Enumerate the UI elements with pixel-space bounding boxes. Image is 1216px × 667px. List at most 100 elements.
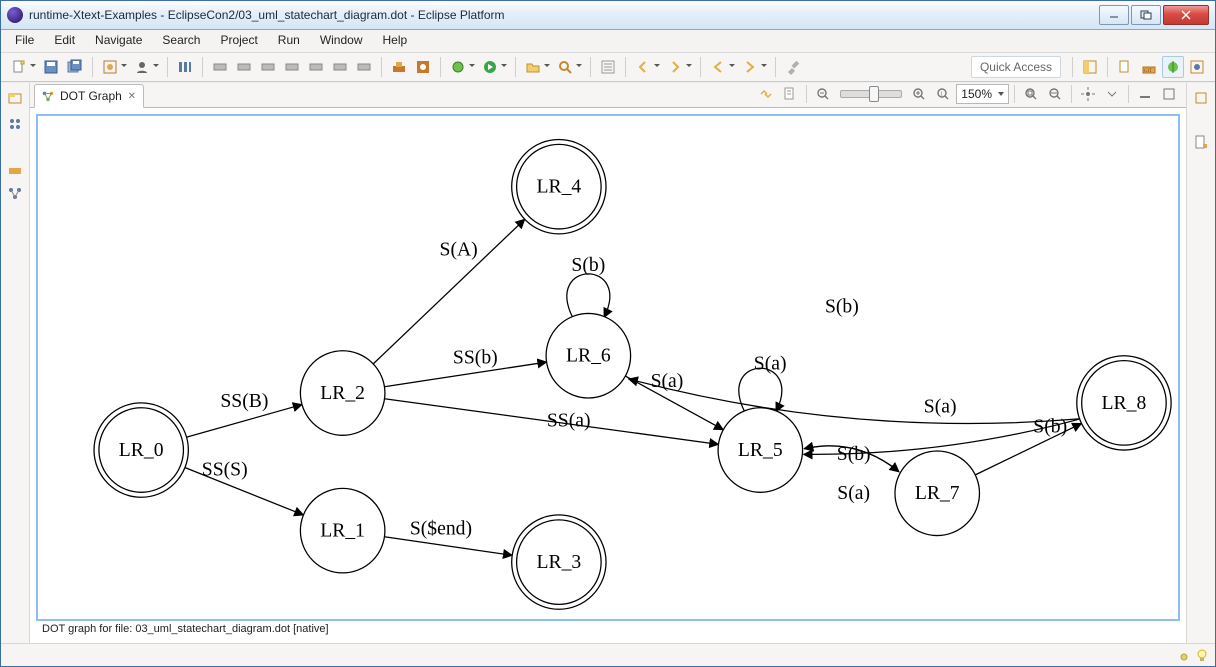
svg-text:SS(S): SS(S) bbox=[202, 459, 248, 481]
menu-window[interactable]: Window bbox=[310, 30, 373, 52]
zoom-value-dropdown[interactable]: 150% bbox=[956, 84, 1009, 104]
run-button[interactable] bbox=[479, 56, 501, 78]
inspect-button[interactable] bbox=[412, 56, 434, 78]
svg-text:LR_3: LR_3 bbox=[536, 551, 581, 573]
new-button[interactable] bbox=[8, 56, 30, 78]
outline-button[interactable] bbox=[597, 56, 619, 78]
svg-text:S(a): S(a) bbox=[924, 396, 957, 418]
zoom-slider[interactable] bbox=[840, 90, 902, 98]
profile-button[interactable] bbox=[131, 56, 153, 78]
trim-tree-icon[interactable] bbox=[4, 183, 26, 205]
status-icon-1 bbox=[1179, 648, 1189, 662]
workbench-body: DOT Graph ✕ 1 150% bbox=[1, 82, 1215, 643]
generic-tool-3[interactable] bbox=[257, 56, 279, 78]
open-type-button[interactable] bbox=[99, 56, 121, 78]
tab-label: DOT Graph bbox=[60, 89, 122, 103]
menubar: File Edit Navigate Search Project Run Wi… bbox=[1, 30, 1215, 53]
annotation-prev-button[interactable] bbox=[632, 56, 654, 78]
zoom-width-button[interactable] bbox=[1044, 83, 1066, 105]
forward-button[interactable] bbox=[739, 56, 761, 78]
node-LR_0[interactable]: LR_0 bbox=[94, 403, 188, 497]
publish-button[interactable] bbox=[388, 56, 410, 78]
node-LR_6[interactable]: LR_6 bbox=[546, 313, 631, 398]
svg-text:LR_5: LR_5 bbox=[738, 439, 783, 461]
menu-navigate[interactable]: Navigate bbox=[85, 30, 152, 52]
svg-text:S(a): S(a) bbox=[837, 482, 870, 504]
svg-text:LR_4: LR_4 bbox=[536, 176, 581, 198]
center-drop-button[interactable] bbox=[1101, 83, 1123, 105]
generic-tool-7[interactable] bbox=[353, 56, 375, 78]
statusbar bbox=[1, 643, 1215, 666]
zoom-in-button[interactable] bbox=[908, 83, 930, 105]
node-LR_8[interactable]: LR_8 bbox=[1077, 356, 1171, 450]
menu-search[interactable]: Search bbox=[152, 30, 210, 52]
debug-button[interactable] bbox=[447, 56, 469, 78]
close-button[interactable] bbox=[1163, 5, 1209, 25]
generic-tool-1[interactable] bbox=[209, 56, 231, 78]
svg-text:LR_8: LR_8 bbox=[1102, 392, 1147, 414]
titlebar: runtime-Xtext-Examples - EclipseCon2/03_… bbox=[1, 1, 1215, 30]
lightbulb-icon[interactable] bbox=[1195, 648, 1209, 662]
svg-text:SS(B): SS(B) bbox=[220, 390, 268, 412]
maximize-view-button[interactable] bbox=[1158, 83, 1180, 105]
save-all-button[interactable] bbox=[64, 56, 86, 78]
menu-run[interactable]: Run bbox=[268, 30, 310, 52]
generic-tool-2[interactable] bbox=[233, 56, 255, 78]
svg-text:LR_6: LR_6 bbox=[566, 345, 611, 367]
save-button[interactable] bbox=[40, 56, 62, 78]
search-button[interactable] bbox=[554, 56, 576, 78]
menu-edit[interactable]: Edit bbox=[44, 30, 85, 52]
zoom-fit-button[interactable] bbox=[1020, 83, 1042, 105]
node-LR_4[interactable]: LR_4 bbox=[512, 140, 606, 234]
pin-button[interactable] bbox=[782, 56, 804, 78]
perspective-git[interactable]: GIT bbox=[1138, 56, 1160, 78]
svg-text:LR_0: LR_0 bbox=[119, 439, 164, 461]
editor-tabbar: DOT Graph ✕ 1 150% bbox=[30, 83, 1186, 108]
node-LR_1[interactable]: LR_1 bbox=[300, 488, 385, 573]
node-LR_3[interactable]: LR_3 bbox=[512, 515, 606, 609]
perspective-debug[interactable] bbox=[1162, 56, 1184, 78]
link-editor-button[interactable] bbox=[755, 83, 777, 105]
graph-canvas[interactable]: SS(B)SS(S)S($end)S(A)SS(b)SS(a)S(a)S(b)S… bbox=[36, 114, 1180, 621]
toggle-breadcrumb-button[interactable] bbox=[174, 56, 196, 78]
perspective-java[interactable] bbox=[1186, 56, 1208, 78]
trim-git-icon[interactable] bbox=[4, 157, 26, 179]
window-buttons bbox=[1099, 5, 1211, 25]
tab-dot-graph[interactable]: DOT Graph ✕ bbox=[34, 84, 144, 108]
perspective-resource[interactable] bbox=[1114, 56, 1136, 78]
node-LR_2[interactable]: LR_2 bbox=[300, 351, 385, 436]
svg-text:S(b): S(b) bbox=[571, 254, 605, 276]
svg-text:S(a): S(a) bbox=[754, 352, 787, 374]
tab-close-icon[interactable]: ✕ bbox=[127, 91, 137, 101]
maximize-button[interactable] bbox=[1131, 5, 1161, 25]
graph-icon bbox=[41, 89, 55, 103]
quick-access-field[interactable]: Quick Access bbox=[971, 56, 1061, 78]
trim-cheatsheet-icon[interactable] bbox=[1190, 131, 1212, 153]
folder-button[interactable] bbox=[522, 56, 544, 78]
center-button[interactable] bbox=[1077, 83, 1099, 105]
minimize-view-button[interactable] bbox=[1134, 83, 1156, 105]
generic-tool-4[interactable] bbox=[281, 56, 303, 78]
generic-tool-6[interactable] bbox=[329, 56, 351, 78]
editor-area: DOT Graph ✕ 1 150% bbox=[30, 83, 1186, 643]
layout-button[interactable] bbox=[779, 83, 801, 105]
trim-task-icon[interactable] bbox=[1190, 87, 1212, 109]
menu-project[interactable]: Project bbox=[210, 30, 267, 52]
open-perspective-button[interactable] bbox=[1079, 56, 1101, 78]
trim-project-explorer-icon[interactable] bbox=[4, 87, 26, 109]
menu-help[interactable]: Help bbox=[373, 30, 418, 52]
back-button[interactable] bbox=[707, 56, 729, 78]
minimize-button[interactable] bbox=[1099, 5, 1129, 25]
trim-outline-icon[interactable] bbox=[4, 113, 26, 135]
menu-file[interactable]: File bbox=[5, 30, 44, 52]
zoom-out-button[interactable] bbox=[812, 83, 834, 105]
zoom-original-button[interactable]: 1 bbox=[932, 83, 954, 105]
annotation-next-button[interactable] bbox=[664, 56, 686, 78]
node-LR_7[interactable]: LR_7 bbox=[895, 451, 980, 536]
node-LR_5[interactable]: LR_5 bbox=[718, 408, 803, 493]
svg-text:LR_2: LR_2 bbox=[320, 382, 365, 404]
svg-text:S(b): S(b) bbox=[825, 295, 859, 317]
generic-tool-5[interactable] bbox=[305, 56, 327, 78]
svg-text:GIT: GIT bbox=[1144, 69, 1152, 74]
view-toolbar: 1 150% bbox=[755, 83, 1186, 107]
